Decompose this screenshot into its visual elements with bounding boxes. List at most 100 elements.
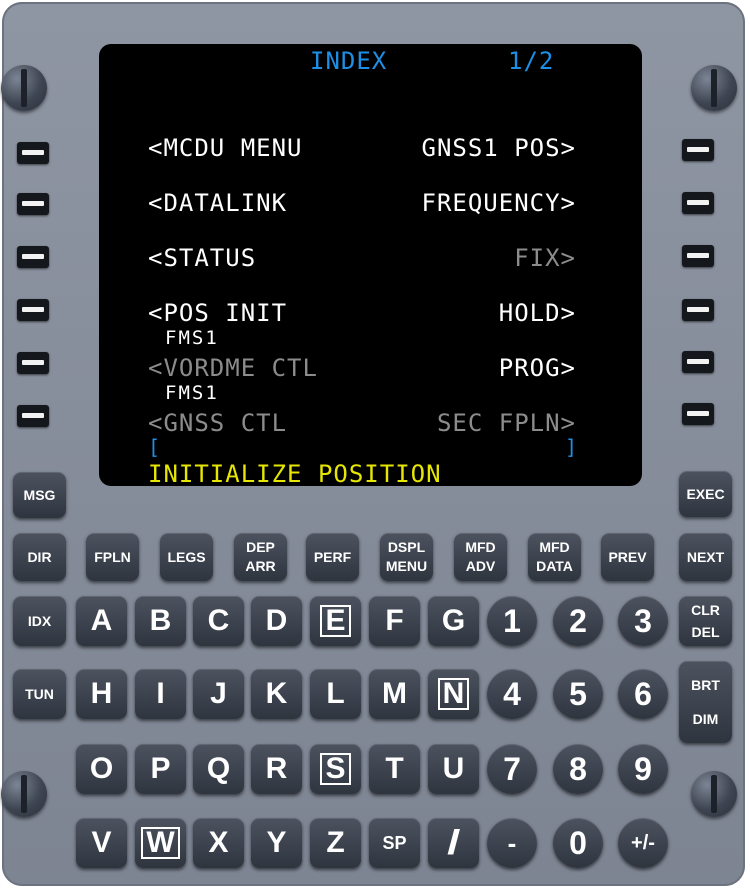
key-6[interactable]: 6 [618,669,668,719]
lsk-label-left-1: <MCDU MENU [148,134,303,162]
key-z[interactable]: Z [310,818,361,868]
key-label: P [150,752,171,785]
key-5[interactable]: 5 [553,669,603,719]
idx-key[interactable]: IDX [13,596,66,646]
key-label: X [208,826,229,859]
key-r[interactable]: R [251,744,302,794]
lsk-label-left-3: <STATUS [148,244,257,272]
exec-key[interactable]: EXEC [679,471,732,517]
slash-key[interactable]: / [428,818,479,868]
key-label: J [210,677,227,710]
dspl-menu-key[interactable]: DSPL MENU [380,533,433,581]
key-label: Y [266,826,287,859]
lsk-right-2[interactable] [682,192,714,214]
key-b[interactable]: B [135,596,186,646]
next-key[interactable]: NEXT [679,533,732,581]
mfd-data-key[interactable]: MFD DATA [528,533,581,581]
key-a[interactable]: A [76,596,127,646]
page-number: 1/2 [508,47,555,75]
lsk-sublabel-left-4: FMS1 [165,327,219,349]
lsk-right-3[interactable] [682,245,714,267]
key-9[interactable]: 9 [618,744,668,794]
key-v[interactable]: V [76,818,127,868]
key-d[interactable]: D [251,596,302,646]
key-p[interactable]: P [135,744,186,794]
dir-key[interactable]: DIR [13,533,66,581]
scratchpad-right-bracket: ] [565,435,579,459]
brt-dim-key[interactable]: BRT DIM [679,661,732,743]
key-label: A [90,604,113,637]
fpln-key[interactable]: FPLN [86,533,139,581]
key-label: H [90,677,113,710]
key-label: M [382,677,407,710]
key-c[interactable]: C [193,596,244,646]
space-key[interactable]: SP [369,818,420,868]
clr-del-key[interactable]: CLR DEL [679,596,732,646]
key-o[interactable]: O [76,744,127,794]
lsk-label-right-5: PROG> [498,354,576,382]
key-label: Q [206,752,231,785]
key-label: I [156,677,165,710]
key-label: L [326,677,345,710]
key-y[interactable]: Y [251,818,302,868]
perf-key[interactable]: PERF [306,533,359,581]
dep-arr-key[interactable]: DEP ARR [234,533,287,581]
lsk-right-4[interactable] [682,299,714,321]
key-t[interactable]: T [369,744,420,794]
key-h[interactable]: H [76,669,127,719]
lsk-sublabel-left-5: FMS1 [165,382,219,404]
lsk-right-6[interactable] [682,403,714,425]
key-x[interactable]: X [193,818,244,868]
key-7[interactable]: 7 [487,744,537,794]
key-m[interactable]: M [369,669,420,719]
lsk-left-6[interactable] [17,405,49,427]
key-w[interactable]: W [135,818,186,868]
lsk-left-4[interactable] [17,299,49,321]
key-u[interactable]: U [428,744,479,794]
screw-icon [1,65,47,111]
key-j[interactable]: J [193,669,244,719]
screw-icon [691,65,737,111]
mcdu-display: INDEX 1/2 <MCDU MENU <DATALINK <STATUS <… [99,44,642,486]
key-e[interactable]: E [310,596,361,646]
lsk-label-left-5: <VORDME CTL [148,354,318,382]
msg-key[interactable]: MSG [13,472,66,518]
lsk-left-3[interactable] [17,246,49,268]
key-1[interactable]: 1 [487,596,537,646]
key-label: B [149,604,172,637]
key-l[interactable]: L [310,669,361,719]
key-s[interactable]: S [310,744,361,794]
lsk-right-5[interactable] [682,351,714,373]
mfd-adv-key[interactable]: MFD ADV [454,533,507,581]
key-label: W [141,827,180,859]
lsk-left-2[interactable] [17,193,49,215]
key-label: Z [326,826,345,859]
key-label: T [385,752,404,785]
lsk-label-right-6: SEC FPLN> [436,409,576,437]
key-4[interactable]: 4 [487,669,537,719]
key-label: / [446,823,461,862]
key-q[interactable]: Q [193,744,244,794]
key-8[interactable]: 8 [553,744,603,794]
key-2[interactable]: 2 [553,596,603,646]
key-label: U [442,752,465,785]
key-g[interactable]: G [428,596,479,646]
legs-key[interactable]: LEGS [160,533,213,581]
key-f[interactable]: F [369,596,420,646]
key-0[interactable]: 0 [553,818,603,868]
tun-key[interactable]: TUN [13,669,66,719]
key-i[interactable]: I [135,669,186,719]
screw-icon [691,771,737,817]
lsk-left-1[interactable] [17,142,49,164]
prev-key[interactable]: PREV [601,533,654,581]
key-k[interactable]: K [251,669,302,719]
decimal-key[interactable]: - [487,818,537,868]
key-3[interactable]: 3 [618,596,668,646]
plus-minus-key[interactable]: +/- [618,818,668,868]
key-label: V [91,826,112,859]
lsk-label-left-4: <POS INIT [148,299,288,327]
key-label: C [207,604,230,637]
key-n[interactable]: N [428,669,479,719]
lsk-left-5[interactable] [17,352,49,374]
lsk-right-1[interactable] [682,139,714,161]
